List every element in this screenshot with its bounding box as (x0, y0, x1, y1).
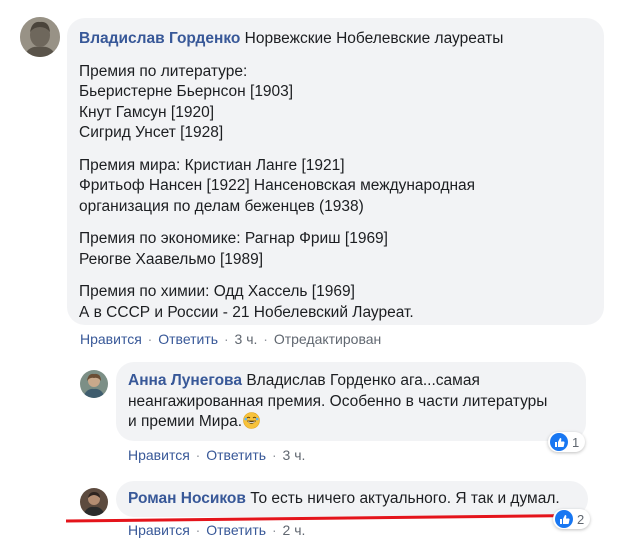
comment-line: неангажированная премия. Особенно в част… (128, 392, 548, 410)
author-name[interactable]: Владислав Горденко (79, 30, 240, 47)
comment-text: То есть ничего актуального. Я так и дума… (250, 490, 560, 507)
paragraph-economics: Премия по экономике: Рагнар Фриш [1969] … (79, 229, 592, 270)
comment-actions-roman: Нравится · Ответить · 2 ч. (128, 522, 305, 538)
like-reaction-icon (555, 510, 573, 528)
separator-dot: · (271, 522, 277, 538)
paragraph-peace: Премия мира: Кристиан Ланге [1921] Фрить… (79, 156, 592, 218)
separator-dot: · (195, 447, 201, 463)
laughing-emoji-icon (243, 412, 260, 429)
comment-line: организация по делам беженцев (1938) (79, 197, 364, 215)
avatar-roman[interactable] (80, 488, 108, 516)
reply-link[interactable]: Ответить (206, 522, 266, 538)
author-name[interactable]: Роман Носиков (128, 490, 246, 507)
separator-dot: · (263, 331, 268, 347)
reaction-count: 2 (577, 511, 585, 527)
comment-line: Премия по экономике: Рагнар Фриш [1969] (79, 230, 388, 247)
comment-line: Премия мира: Кристиан Ланге [1921] (79, 156, 345, 174)
edited-label: Отредактирован (273, 331, 382, 347)
like-reaction-icon (550, 433, 568, 451)
comment-line: и премии Мира. (128, 413, 242, 430)
avatar-anna[interactable] (80, 370, 108, 398)
comment-line: Премия по химии: Одд Хассель [1969] (79, 283, 355, 300)
comment-actions-vladislav: Нравится · Ответить · 3 ч. · Отредактиро… (80, 331, 381, 347)
comment-bubble-roman: Роман Носиков То есть ничего актуального… (116, 481, 588, 517)
comment-line: А в СССР и России - 21 Нобелевский Лауре… (79, 303, 414, 321)
comment-line: Реюгве Хаавельмо [1989] (79, 250, 264, 268)
like-link[interactable]: Нравится (128, 447, 190, 463)
comment-bubble-anna: Анна Лунегова Владислав Горденко ага...с… (116, 362, 586, 441)
separator-dot: · (223, 331, 229, 347)
like-link[interactable]: Нравится (80, 331, 142, 347)
comment-line: Бьеристерне Бьернсон [1903] (79, 83, 294, 100)
like-link[interactable]: Нравится (128, 522, 190, 538)
paragraph-chemistry: Премия по химии: Одд Хассель [1969] А в … (79, 282, 592, 323)
separator-dot: · (195, 522, 201, 538)
comment-bubble-vladislav: Владислав Горденко Норвежские Нобелевски… (67, 18, 604, 325)
separator-dot: · (271, 447, 277, 463)
reply-link[interactable]: Ответить (206, 447, 266, 463)
reactions-roman[interactable]: 2 (553, 509, 591, 529)
comment-title: Норвежские Нобелевские лауреаты (244, 30, 504, 47)
timestamp[interactable]: 3 ч. (283, 447, 306, 463)
comment-actions-anna: Нравится · Ответить · 3 ч. (128, 447, 305, 463)
mention-text: Владислав Горденко ага...самая (246, 372, 480, 389)
comment-line: Сигрид Унсет [1928] (79, 124, 224, 141)
timestamp[interactable]: 2 ч. (283, 522, 306, 538)
comment-line: Премия по литературе: (79, 62, 248, 80)
separator-dot: · (147, 331, 153, 347)
comment-line: Фритьоф Нансен [1922] Нансеновская между… (79, 177, 476, 194)
reply-link[interactable]: Ответить (158, 331, 218, 347)
paragraph-literature: Премия по литературе: Бьеристерне Бьернс… (79, 62, 592, 144)
comment-line: Кнут Гамсун [1920] (79, 103, 215, 121)
avatar-vladislav[interactable] (20, 17, 60, 57)
reactions-anna[interactable]: 1 (548, 432, 586, 452)
reaction-count: 1 (572, 434, 580, 450)
author-name[interactable]: Анна Лунегова (128, 372, 242, 389)
timestamp[interactable]: 3 ч. (235, 331, 258, 347)
